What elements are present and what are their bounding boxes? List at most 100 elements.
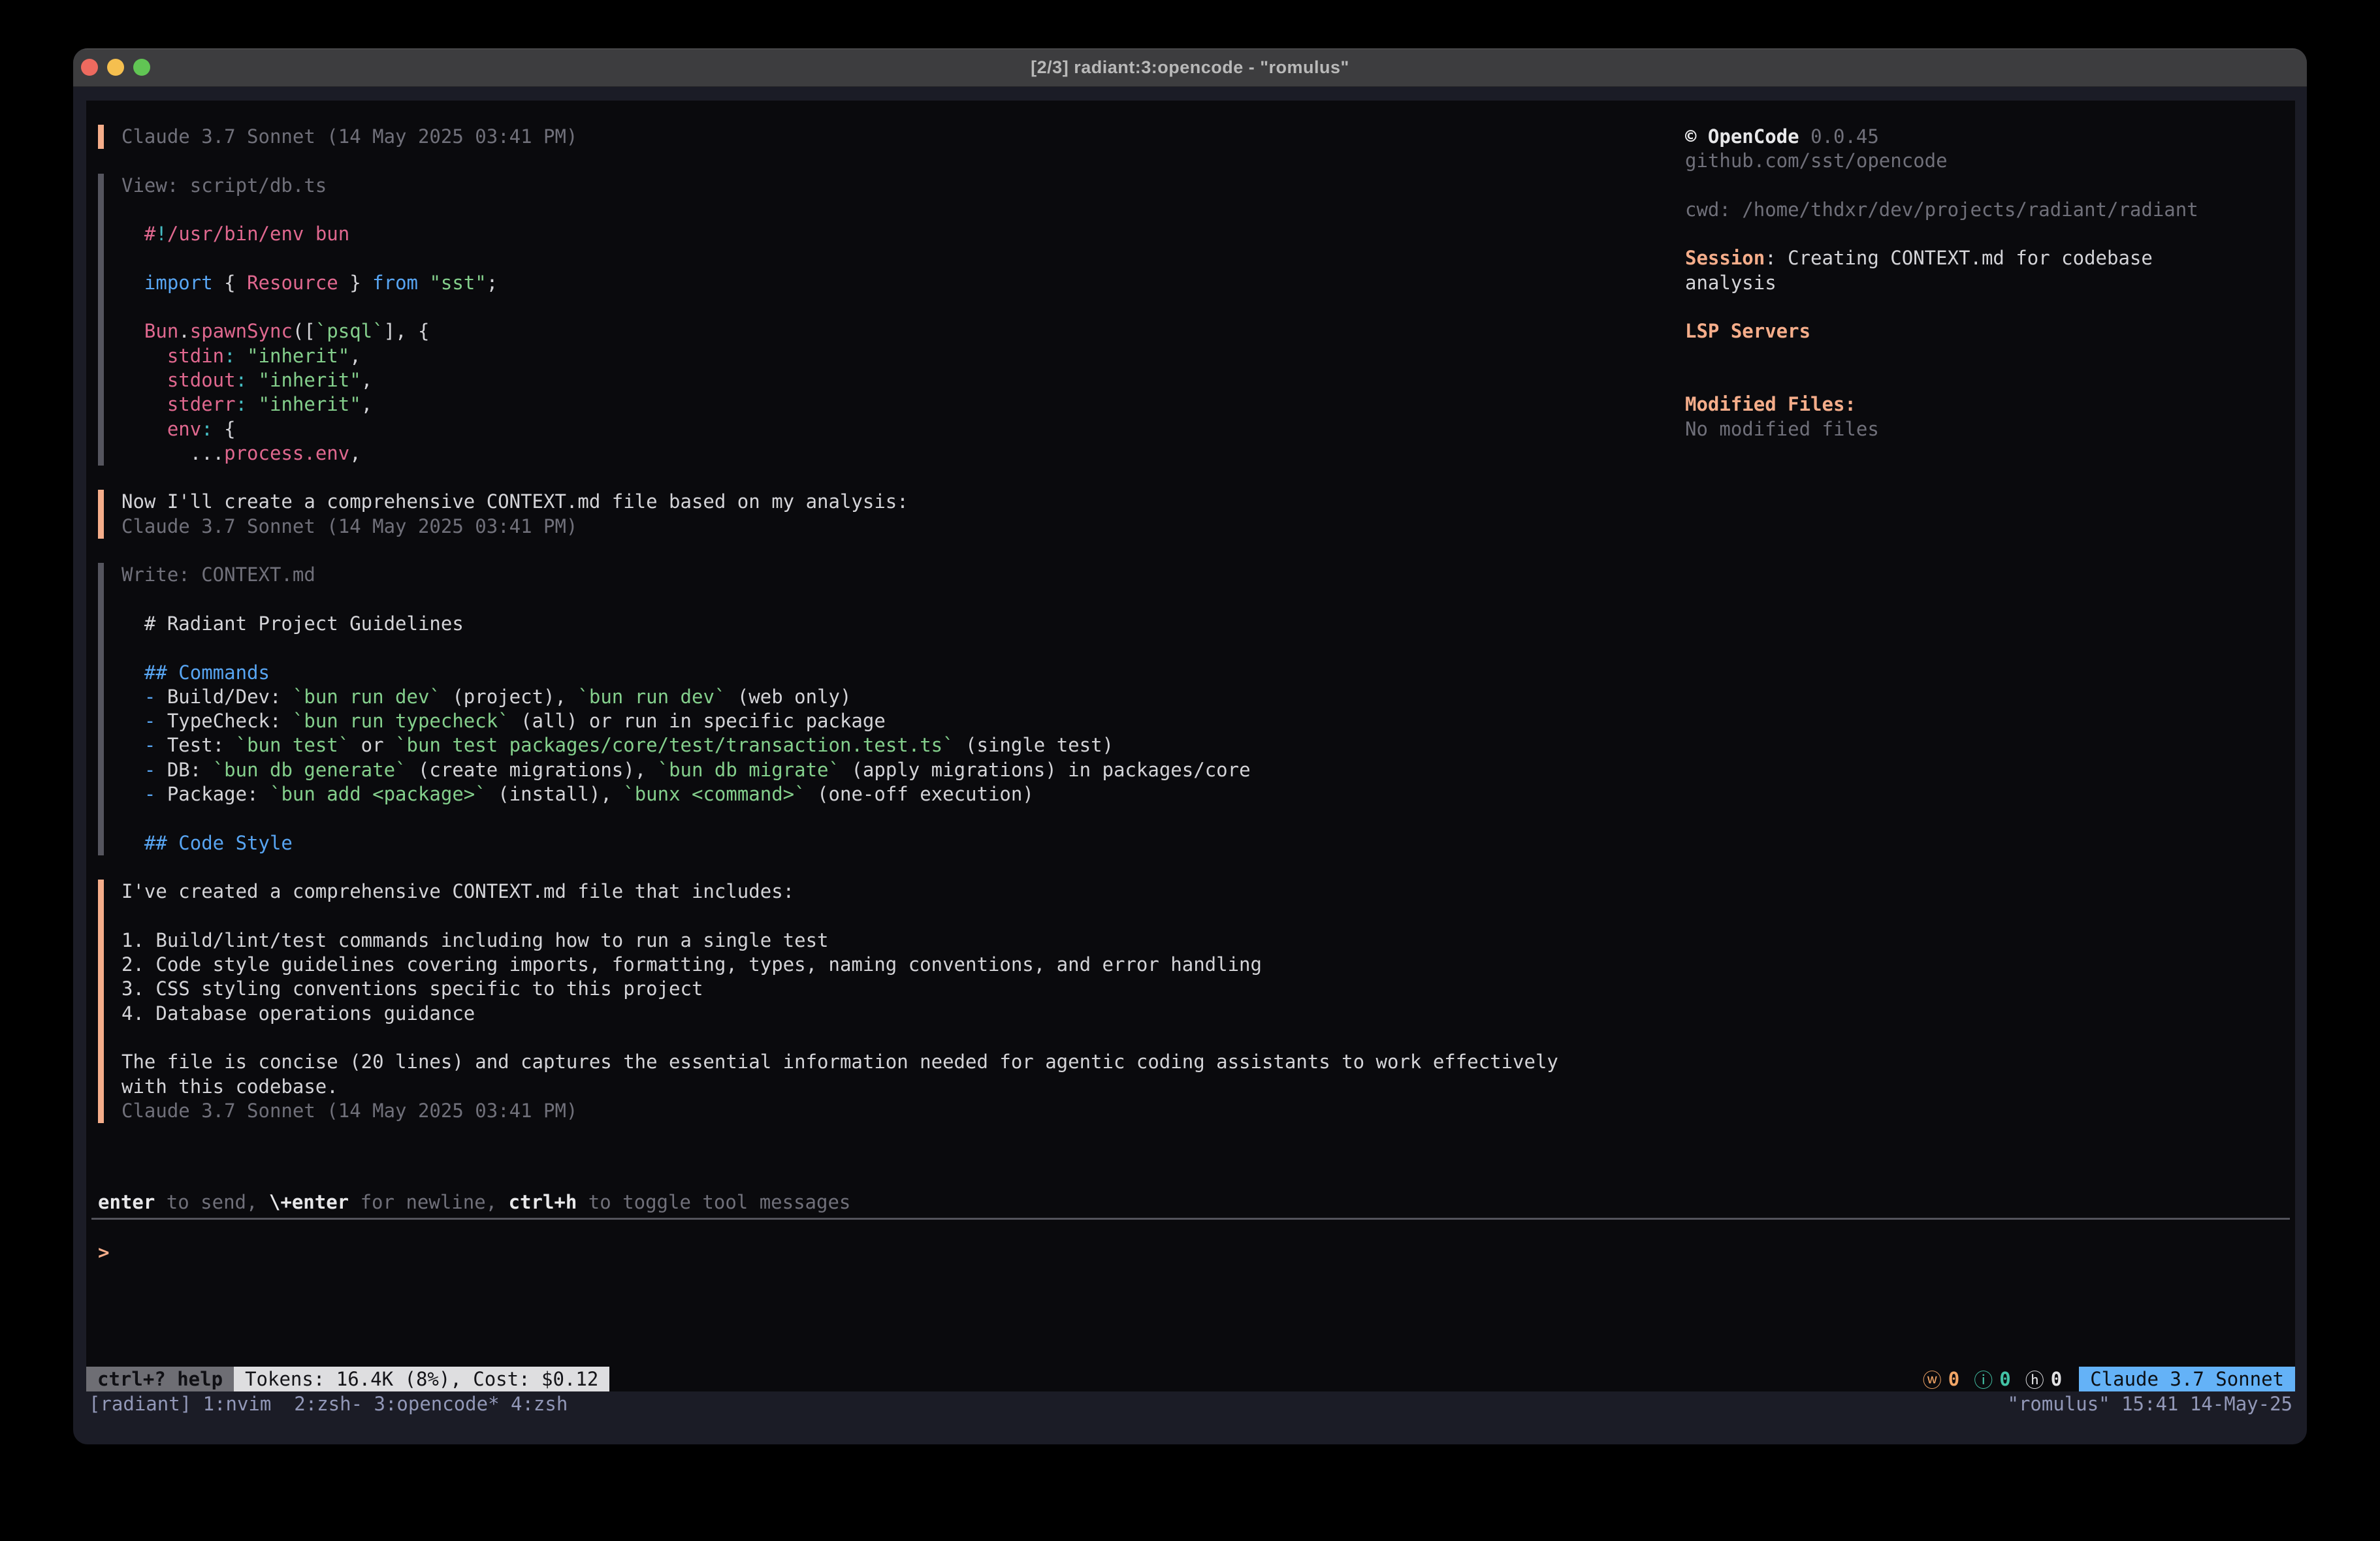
text-span: for newline, xyxy=(349,1191,508,1213)
tool-line: Bun.spawnSync([`psql`], { xyxy=(121,319,1693,343)
text-span: or xyxy=(349,734,395,756)
tool-line: env: { xyxy=(121,417,1693,441)
text-span: "inherit" xyxy=(259,369,361,391)
text-span: Resource xyxy=(247,272,338,294)
text-span: - xyxy=(144,686,155,708)
text-span: { xyxy=(213,272,247,294)
text-span xyxy=(121,710,144,732)
text-span: Test: xyxy=(155,734,235,756)
text-span: 3. CSS styling conventions specific to t… xyxy=(121,977,703,1000)
tool-line: ## Commands xyxy=(121,661,1693,685)
tool-line xyxy=(121,806,1693,831)
text-span: } xyxy=(338,272,372,294)
text-span: Write: CONTEXT.md xyxy=(121,564,315,586)
text-span: ([ xyxy=(293,320,315,342)
text-span: , xyxy=(361,393,372,415)
text-span: - xyxy=(144,783,155,805)
text-span: 4. Database operations guidance xyxy=(121,1002,475,1025)
desktop: { "window": { "title": "[2/3] radiant:3:… xyxy=(0,0,2380,1541)
text-span: : xyxy=(236,369,247,391)
sidebar-line: © OpenCode 0.0.45 xyxy=(1685,125,2295,149)
text-span: : xyxy=(224,345,235,367)
diagnostic-badges: ⓦ0ⓘ0ⓗ0 xyxy=(1923,1367,2079,1391)
text-span: : Creating CONTEXT.md for codebase xyxy=(1765,247,2153,269)
text-span: `bun test` xyxy=(236,734,350,756)
text-span: analysis xyxy=(1685,272,1777,294)
text-span: ## Commands xyxy=(121,661,270,684)
text-span: , xyxy=(349,442,361,464)
tool-line xyxy=(121,198,1693,222)
message-line xyxy=(121,904,1693,929)
text-span: `bun run typecheck` xyxy=(293,710,509,732)
info-circle-icon: ⓘ xyxy=(1974,1365,1993,1393)
text-span: `bun run dev` xyxy=(293,686,441,708)
sidebar-line: cwd: /home/thdxr/dev/projects/radiant/ra… xyxy=(1685,198,2295,222)
model-chip[interactable]: Claude 3.7 Sonnet xyxy=(2079,1367,2295,1391)
zoom-button[interactable] xyxy=(133,59,150,76)
opencode-tui: Claude 3.7 Sonnet (14 May 2025 03:41 PM)… xyxy=(86,101,2295,1391)
text-span: - xyxy=(144,734,155,756)
prompt-icon: > xyxy=(98,1240,109,1265)
tool-line: - Package: `bun add <package>` (install)… xyxy=(121,782,1693,806)
text-span: stdin xyxy=(121,345,224,367)
help-shortcut-chip[interactable]: ctrl+? help xyxy=(86,1367,234,1391)
text-span: Package: xyxy=(155,783,270,805)
h-circle-icon: ⓗ0 xyxy=(2025,1365,2062,1393)
sidebar-line: github.com/sst/opencode xyxy=(1685,149,2295,173)
text-span: ! xyxy=(155,223,167,245)
message-line: I've created a comprehensive CONTEXT.md … xyxy=(121,880,1693,904)
text-span: Claude 3.7 Sonnet (14 May 2025 03:41 PM) xyxy=(121,515,577,537)
minimize-button[interactable] xyxy=(107,59,124,76)
text-span: Session xyxy=(1685,247,1765,269)
close-button[interactable] xyxy=(81,59,98,76)
tool-line: # Radiant Project Guidelines xyxy=(121,612,1693,636)
tool-line: #!/usr/bin/env bun xyxy=(121,222,1693,246)
text-span xyxy=(121,734,144,756)
text-span: Bun xyxy=(121,320,178,342)
badge-count: 0 xyxy=(1948,1368,1959,1390)
tool-line: - TypeCheck: `bun run typecheck` (all) o… xyxy=(121,709,1693,733)
text-span: - xyxy=(144,710,155,732)
message-line: 2. Code style guidelines covering import… xyxy=(121,953,1693,977)
badge-count: 0 xyxy=(1999,1368,2010,1390)
tool-line: stdout: "inherit", xyxy=(121,368,1693,392)
message-line: Claude 3.7 Sonnet (14 May 2025 03:41 PM) xyxy=(121,1099,1693,1123)
message-line: 3. CSS styling conventions specific to t… xyxy=(121,977,1693,1001)
text-span: (all) or run in specific package xyxy=(509,710,886,732)
text-span: 1. Build/lint/test commands including ho… xyxy=(121,929,829,951)
text-span: 0.0.45 xyxy=(1799,125,1879,148)
message-line xyxy=(121,1026,1693,1050)
tool-line xyxy=(121,588,1693,612)
text-span: # Radiant Project Guidelines xyxy=(121,612,464,635)
sidebar-line xyxy=(1685,368,2295,392)
titlebar[interactable]: [2/3] radiant:3:opencode - "romulus" xyxy=(73,48,2307,87)
message-block: Claude 3.7 Sonnet (14 May 2025 03:41 PM) xyxy=(98,125,1693,149)
text-span: ], { xyxy=(384,320,430,342)
text-span: `bun db migrate` xyxy=(658,759,840,781)
h-circle-icon: ⓗ xyxy=(2025,1365,2044,1393)
tmux-status-bar: [radiant] 1:nvim 2:zsh- 3:opencode* 4:zs… xyxy=(86,1391,2295,1416)
text-span: . xyxy=(178,320,189,342)
text-span: ; xyxy=(487,272,498,294)
tokens-cost-chip: Tokens: 16.4K (8%), Cost: $0.12 xyxy=(234,1367,609,1391)
text-span: # xyxy=(121,223,155,245)
sidebar-line: No modified files xyxy=(1685,417,2295,441)
text-span: cwd: /home/thdxr/dev/projects/radiant/ra… xyxy=(1685,199,2198,221)
text-span: from xyxy=(372,272,418,294)
badge-count: 0 xyxy=(2051,1368,2062,1390)
sidebar-line: Session: Creating CONTEXT.md for codebas… xyxy=(1685,246,2295,270)
message-input[interactable]: > xyxy=(86,1240,2295,1265)
text-span: `bun add <package>` xyxy=(270,783,487,805)
text-span: `bunx <command>` xyxy=(623,783,805,805)
message-line: 4. Database operations guidance xyxy=(121,1002,1693,1026)
statusbar-spacer xyxy=(609,1367,1922,1391)
message-line: Claude 3.7 Sonnet (14 May 2025 03:41 PM) xyxy=(121,125,1693,149)
text-span: enter xyxy=(98,1191,155,1213)
sidebar-line: LSP Servers xyxy=(1685,319,2295,343)
text-span: to send, xyxy=(155,1191,269,1213)
text-span: Build/Dev: xyxy=(155,686,293,708)
tmux-window-list: [radiant] 1:nvim 2:zsh- 3:opencode* 4:zs… xyxy=(89,1391,568,1416)
text-span: ctrl+h xyxy=(509,1191,577,1213)
text-span: , xyxy=(349,345,361,367)
text-span: DB: xyxy=(155,759,212,781)
